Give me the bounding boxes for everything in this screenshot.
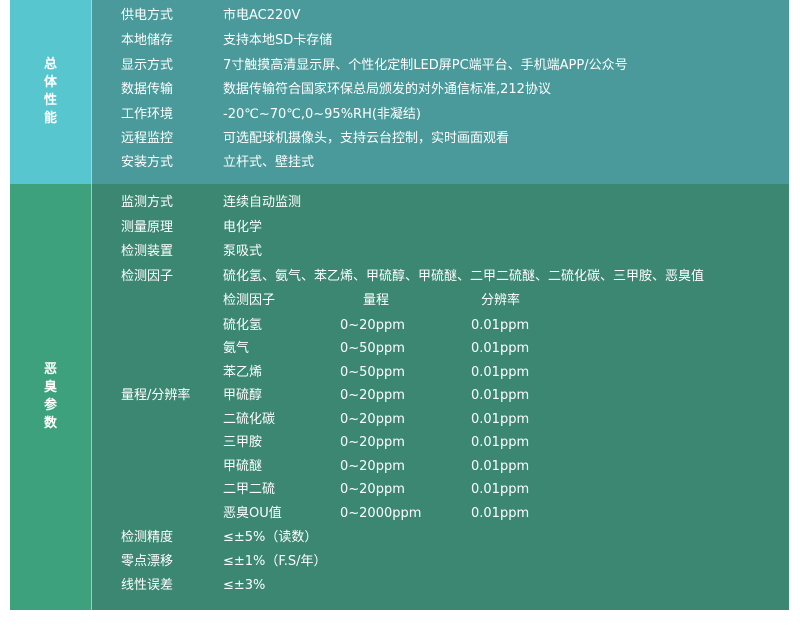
range-resolution: 0.01ppm [471,318,530,333]
range-value: 0~20ppm [340,459,405,474]
spec-value: ≤±5%（读数） [223,530,318,545]
range-value: 0~20ppm [340,482,405,497]
spec-label: 检测装置 [121,244,174,259]
spec-row: 本地储存 支持本地SD卡存储 [10,29,789,53]
range-resolution: 0.01ppm [471,506,530,521]
spec-value: -20℃~70℃,0~95%RH(非凝结) [223,107,422,122]
spec-value: 数据传输符合国家环保总局颁发的对外通信标准,212协议 [223,82,551,97]
spec-label: 显示方式 [121,58,174,73]
range-table-row: 二硫化碳 0~20ppm 0.01ppm [10,408,789,432]
range-factor: 硫化氢 [223,318,263,333]
spec-row: 检测精度 ≤±5%（读数） [10,526,789,550]
range-header-range: 量程 [363,293,390,308]
range-value: 0~2000ppm [340,506,422,521]
range-resolution: 0.01ppm [471,435,530,450]
range-table-row: 苯乙烯 0~50ppm 0.01ppm [10,361,789,385]
spec-value: 市电AC220V [223,8,301,23]
spec-row: 供电方式 市电AC220V [10,4,789,28]
spec-row: 检测装置 泵吸式 [10,240,789,264]
spec-label: 检测精度 [121,530,174,545]
spec-label: 检测因子 [121,269,174,284]
range-factor: 甲硫醇 [223,388,263,403]
spec-label: 远程监控 [121,131,174,146]
spec-row: 测量原理 电化学 [10,216,789,240]
spec-value: ≤±1%（F.S/年） [223,554,327,569]
spec-value: ≤±3% [223,578,266,593]
range-table-header: 检测因子 量程 分辨率 [10,289,789,313]
range-header-factor: 检测因子 [223,293,276,308]
spec-label: 监测方式 [121,195,174,210]
range-resolution: 0.01ppm [471,388,530,403]
range-value: 0~50ppm [340,341,405,356]
spec-row: 数据传输 数据传输符合国家环保总局颁发的对外通信标准,212协议 [10,78,789,102]
spec-value: 硫化氢、氨气、苯乙烯、甲硫醇、甲硫醚、二甲二硫醚、二硫化碳、三甲胺、恶臭值 [223,269,705,284]
spec-label: 安装方式 [121,155,174,170]
range-resolution: 0.01ppm [471,459,530,474]
spec-row: 工作环境 -20℃~70℃,0~95%RH(非凝结) [10,103,789,127]
range-value: 0~20ppm [340,388,405,403]
spec-row: 显示方式 7寸触摸高清显示屏、个性化定制LED屏PC端平台、手机端APP/公众号 [10,54,789,78]
range-resolution: 0.01ppm [471,341,530,356]
range-factor: 甲硫醚 [223,459,263,474]
range-table-row: 甲硫醇 0~20ppm 0.01ppm [10,384,789,408]
range-resolution: 0.01ppm [471,412,530,427]
section-overall-performance: 总体性能 供电方式 市电AC220V 本地储存 支持本地SD卡存储 显示方式 7… [10,0,789,184]
spec-row: 检测因子 硫化氢、氨气、苯乙烯、甲硫醇、甲硫醚、二甲二硫醚、二硫化碳、三甲胺、恶… [10,265,789,289]
spec-value: 立杆式、壁挂式 [223,155,315,170]
range-factor: 恶臭OU值 [223,506,282,521]
spec-row: 远程监控 可选配球机摄像头，支持云台控制，实时画面观看 [10,127,789,151]
spec-row: 安装方式 立杆式、壁挂式 [10,151,789,175]
range-table-row: 氨气 0~50ppm 0.01ppm [10,337,789,361]
range-value: 0~20ppm [340,318,405,333]
spec-value: 连续自动监测 [223,195,302,210]
spec-label: 本地储存 [121,33,174,48]
range-factor: 苯乙烯 [223,365,263,380]
range-value: 0~20ppm [340,412,405,427]
range-value: 0~50ppm [340,365,405,380]
range-value: 0~20ppm [340,435,405,450]
spec-value: 支持本地SD卡存储 [223,33,333,48]
spec-value: 电化学 [223,220,263,235]
range-resolution: 0.01ppm [471,365,530,380]
spec-value: 7寸触摸高清显示屏、个性化定制LED屏PC端平台、手机端APP/公众号 [223,58,628,73]
spec-label: 工作环境 [121,107,174,122]
spec-value: 泵吸式 [223,244,263,259]
spec-table: 总体性能 供电方式 市电AC220V 本地储存 支持本地SD卡存储 显示方式 7… [10,0,789,610]
spec-label: 供电方式 [121,8,174,23]
range-factor: 二硫化碳 [223,412,276,427]
range-table-row: 二甲二硫 0~20ppm 0.01ppm [10,478,789,502]
range-factor: 氨气 [223,341,250,356]
range-table-row: 硫化氢 0~20ppm 0.01ppm [10,314,789,338]
spec-label: 测量原理 [121,220,174,235]
range-resolution: 0.01ppm [471,482,530,497]
spec-row: 监测方式 连续自动监测 [10,191,789,215]
spec-label: 零点漂移 [121,554,174,569]
range-table-row: 三甲胺 0~20ppm 0.01ppm [10,431,789,455]
range-table-row: 甲硫醚 0~20ppm 0.01ppm [10,455,789,479]
range-header-resolution: 分辨率 [481,293,521,308]
section-odor-parameters: 恶臭参数 监测方式 连续自动监测 测量原理 电化学 检测装置 泵吸式 检测因子 … [10,184,789,610]
spec-row: 零点漂移 ≤±1%（F.S/年） [10,550,789,574]
spec-row: 线性误差 ≤±3% [10,574,789,598]
spec-label: 线性误差 [121,578,174,593]
range-table-row: 恶臭OU值 0~2000ppm 0.01ppm [10,502,789,526]
spec-value: 可选配球机摄像头，支持云台控制，实时画面观看 [223,131,510,146]
spec-label: 数据传输 [121,82,174,97]
range-factor: 三甲胺 [223,435,263,450]
range-factor: 二甲二硫 [223,482,276,497]
